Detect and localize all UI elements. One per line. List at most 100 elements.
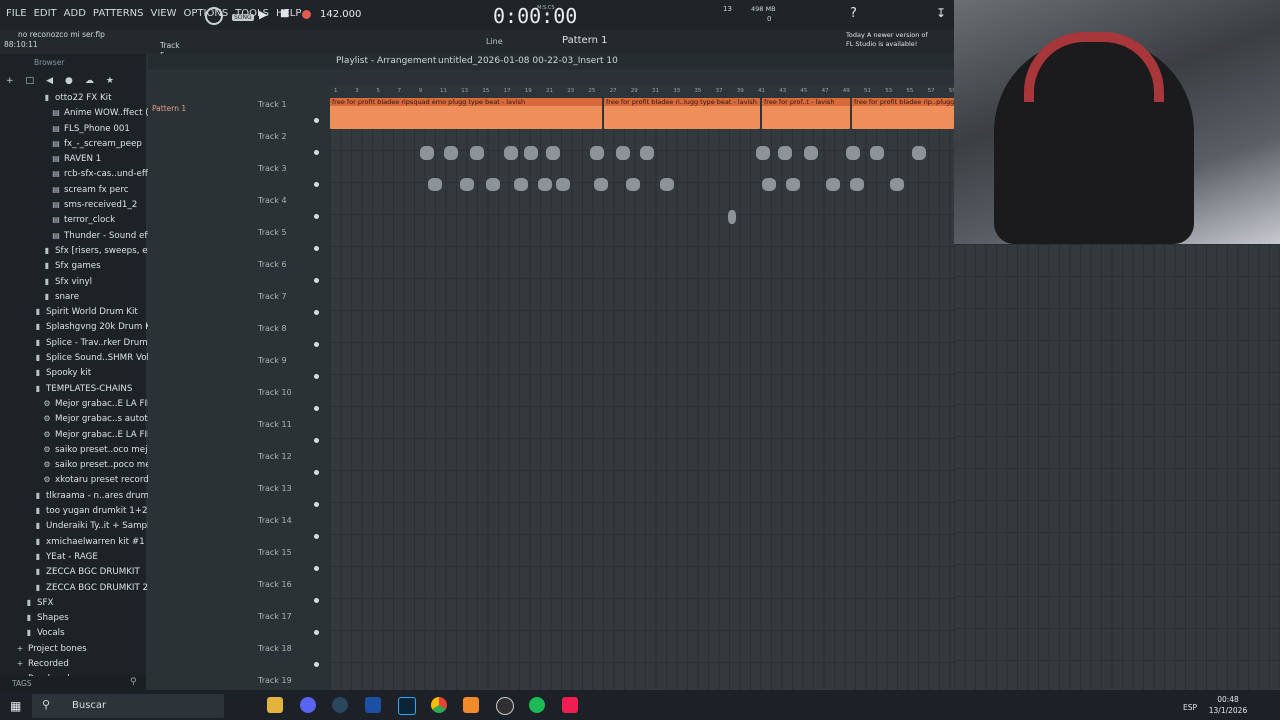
browser-item[interactable]: ▮ Vocals (0, 625, 146, 640)
track-mute-dot[interactable] (314, 342, 319, 347)
sample-clip[interactable] (890, 178, 904, 191)
sample-clip[interactable] (486, 178, 500, 191)
steam-icon[interactable] (332, 697, 348, 713)
track-header[interactable]: Track 10 (256, 386, 330, 418)
track-header[interactable]: Track 15 (256, 546, 330, 578)
browser-item[interactable]: ▮ Splice Sound..SHMR Vol. 3 (0, 350, 160, 365)
menu-item[interactable]: FILE (6, 8, 27, 19)
browser-item[interactable]: ▤ FLS_Phone 001 (0, 121, 146, 136)
sample-clip[interactable] (470, 146, 484, 160)
search-input[interactable]: Buscar (72, 700, 106, 711)
browser-item[interactable]: ▤ terror_clock (0, 212, 146, 227)
download-icon[interactable]: ↧ (936, 6, 946, 20)
obs-icon[interactable] (496, 697, 514, 715)
sample-clip[interactable] (660, 178, 674, 191)
pattern-selector[interactable]: Pattern 1 (562, 35, 608, 46)
sample-clip[interactable] (590, 146, 604, 160)
sample-clip[interactable] (594, 178, 608, 191)
track-header[interactable]: Track 14 (256, 514, 330, 546)
vegas-icon[interactable] (365, 697, 381, 713)
track-header[interactable]: Track 1 (256, 98, 330, 130)
browser-item[interactable]: ▮ TEMPLATES-CHAINS (0, 381, 146, 396)
browser-item[interactable]: ▮ xmichaelwarren kit #1 (0, 534, 146, 549)
timeline-ruler[interactable]: 1 3 5 7 9 11 13 15 17 19 21 23 25 27 29 31 33 35 37 39 41 43 4… (330, 86, 956, 98)
system-clock[interactable]: 00:48 13/1/2026 (1198, 694, 1258, 718)
sample-clip[interactable] (846, 146, 860, 160)
sample-clip[interactable] (524, 146, 538, 160)
track-mute-dot[interactable] (314, 662, 319, 667)
track-header[interactable]: Track 3 (256, 162, 330, 194)
file-explorer-icon[interactable] (267, 697, 283, 713)
sample-clip[interactable] (804, 146, 818, 160)
browser-item[interactable]: ⚙ Mejor grabac..E LA FIESTA (0, 396, 168, 411)
audio-clip[interactable]: free for prof..t - lavish (762, 98, 850, 129)
sample-clip[interactable] (514, 178, 528, 191)
sample-clip[interactable] (420, 146, 434, 160)
track-header[interactable]: Track 6 (256, 258, 330, 290)
browser-item[interactable]: ▮ snare (0, 289, 146, 304)
track-mute-dot[interactable] (314, 214, 319, 219)
playlist-grid[interactable] (330, 86, 954, 690)
track-header[interactable]: Track 16 (256, 578, 330, 610)
sample-clip[interactable] (460, 178, 474, 191)
track-header[interactable]: Track 17 (256, 610, 330, 642)
tiktok-icon[interactable] (562, 697, 578, 713)
track-header[interactable]: Track 8 (256, 322, 330, 354)
windows-start-icon[interactable]: ▦ (10, 699, 21, 713)
browser-add-icon[interactable]: + (6, 76, 14, 86)
browser-item[interactable]: ⚙ xkotaru preset record (0, 472, 148, 487)
browser-item[interactable]: ▤ Anime WOW..ffect (HD) (0, 105, 165, 120)
sample-clip[interactable] (850, 178, 864, 191)
help-icon[interactable]: ? (850, 6, 857, 21)
sample-clip[interactable] (640, 146, 654, 160)
news-text[interactable]: Today A newer version of FL Studio is av… (846, 31, 932, 49)
photoshop-icon[interactable] (398, 697, 416, 715)
taskbar-search[interactable]: Buscar ⚲ (32, 694, 224, 718)
browser-item[interactable]: + Project bones (0, 641, 146, 656)
fl-studio-icon[interactable] (463, 697, 479, 713)
stop-icon[interactable]: ■ (280, 8, 289, 19)
browser-back-icon[interactable]: ◀ (46, 76, 53, 86)
sample-clip[interactable] (870, 146, 884, 160)
tempo-display[interactable]: 142.000 (320, 9, 361, 20)
track-mute-dot[interactable] (314, 374, 319, 379)
browser-item[interactable]: + Recorded (0, 656, 146, 671)
pattern-list-item[interactable]: Pattern 1 (152, 104, 186, 113)
browser-item[interactable]: ▮ too yugan drumkit 1+2 (0, 503, 148, 518)
sample-clip[interactable] (616, 146, 630, 160)
browser-item[interactable]: ▮ Sfx vinyl (0, 274, 146, 289)
browser-item[interactable]: ▮ Splice - Trav..rker Drum Kit (0, 335, 162, 350)
track-mute-dot[interactable] (314, 182, 319, 187)
sample-clip[interactable] (826, 178, 840, 191)
browser-item[interactable]: ▤ sms-received1_2 (0, 197, 146, 212)
track-mute-dot[interactable] (314, 150, 319, 155)
track-mute-dot[interactable] (314, 246, 319, 251)
sample-clip[interactable] (626, 178, 640, 191)
browser-item[interactable]: ⚙ saiko preset..poco mejor (0, 457, 162, 472)
sample-clip[interactable] (786, 178, 800, 191)
track-mute-dot[interactable] (314, 630, 319, 635)
browser-globe-icon[interactable]: ● (65, 76, 73, 86)
track-mute-dot[interactable] (314, 438, 319, 443)
track-mute-dot[interactable] (314, 566, 319, 571)
track-mute-dot[interactable] (314, 310, 319, 315)
track-mute-dot[interactable] (314, 118, 319, 123)
track-mute-dot[interactable] (314, 406, 319, 411)
browser-item[interactable]: ▮ Spooky kit (0, 365, 146, 380)
browser-item[interactable]: ▮ SFX (0, 595, 146, 610)
browser-item[interactable]: ▮ Shapes (0, 610, 146, 625)
browser-item[interactable]: ▮ otto22 FX Kit (0, 90, 146, 105)
audio-clip[interactable]: free for profit bladee ripsquad emo plug… (330, 98, 602, 129)
record-icon[interactable] (205, 7, 223, 25)
chrome-icon[interactable] (431, 697, 447, 713)
menu-item[interactable]: VIEW (151, 8, 177, 19)
track-mute-dot[interactable] (314, 278, 319, 283)
sample-clip[interactable] (428, 178, 442, 191)
track-header[interactable]: Track 4 (256, 194, 330, 226)
song-mode-toggle[interactable]: SONG (232, 14, 254, 21)
browser-item[interactable]: ▤ fx_-_scream_peep (0, 136, 146, 151)
browser-item[interactable]: ▤ scream fx perc (0, 182, 146, 197)
track-header[interactable]: Track 7 (256, 290, 330, 322)
snap-mode[interactable]: Line (486, 37, 503, 46)
track-mute-dot[interactable] (314, 598, 319, 603)
